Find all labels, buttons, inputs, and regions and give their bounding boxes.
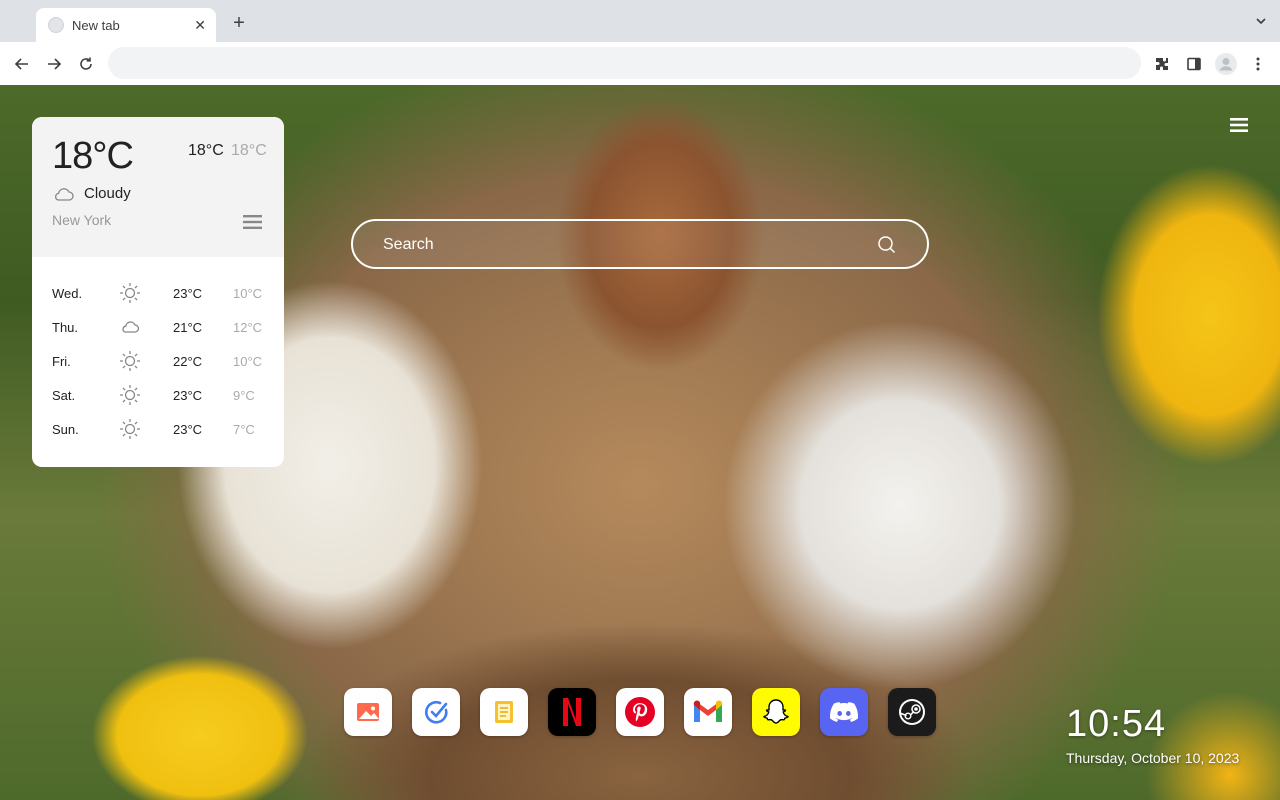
reload-icon[interactable] xyxy=(75,53,97,75)
forecast-row: Wed. 23°C 10°C xyxy=(32,281,284,305)
forecast-low: 7°C xyxy=(233,422,255,437)
sun-icon xyxy=(120,385,140,405)
forecast-low: 9°C xyxy=(233,388,255,403)
tab-title: New tab xyxy=(72,17,120,33)
today-low-temperature: 18°C xyxy=(231,142,267,159)
page-menu-icon[interactable] xyxy=(1230,117,1248,138)
clock-time: 10:54 xyxy=(1066,703,1167,745)
snapchat-app-shortcut[interactable] xyxy=(752,688,800,736)
browser-toolbar xyxy=(0,42,1280,85)
forecast-row: Sun. 23°C 7°C xyxy=(32,417,284,441)
image-icon xyxy=(357,703,379,721)
tab-search-chevron-down-icon[interactable] xyxy=(1254,14,1268,33)
tab-close-icon[interactable]: ✕ xyxy=(194,17,206,34)
clock-date: Thursday, October 10, 2023 xyxy=(1066,750,1240,766)
profile-avatar-icon[interactable] xyxy=(1215,53,1237,75)
forecast-high: 23°C xyxy=(173,388,203,403)
forecast-day: Sat. xyxy=(52,388,76,403)
forecast-low: 10°C xyxy=(233,354,263,369)
weather-menu-icon[interactable] xyxy=(243,214,262,235)
netflix-icon xyxy=(563,698,581,726)
forecast-low: 12°C xyxy=(233,320,263,335)
tab-favicon-icon xyxy=(48,17,64,33)
check-circle-icon xyxy=(424,701,448,724)
new-tab-button[interactable]: + xyxy=(228,12,250,34)
weather-widget: 18°C 18°C 18°C Cloudy New York Wed. 23°C… xyxy=(32,117,284,467)
tab-strip: New tab ✕ + xyxy=(0,0,1280,42)
forecast-day: Wed. xyxy=(52,286,83,301)
sun-icon xyxy=(120,283,140,303)
forward-arrow-icon[interactable] xyxy=(43,53,65,75)
condition-label: Cloudy xyxy=(84,185,131,202)
search-input[interactable] xyxy=(383,233,863,257)
steam-app-shortcut[interactable] xyxy=(888,688,936,736)
current-temperature: 18°C xyxy=(52,135,134,177)
steam-icon xyxy=(899,699,925,725)
side-panel-icon[interactable] xyxy=(1183,53,1205,75)
discord-app-shortcut[interactable] xyxy=(820,688,868,736)
gmail-icon xyxy=(693,700,723,722)
forecast-day: Fri. xyxy=(52,354,71,369)
search-box xyxy=(351,219,929,269)
forecast-row: Sat. 23°C 9°C xyxy=(32,383,284,407)
forecast-day: Thu. xyxy=(52,320,79,335)
today-high-temperature: 18°C xyxy=(188,142,224,159)
photos-app-shortcut[interactable] xyxy=(344,688,392,736)
tab-new-tab[interactable]: New tab ✕ xyxy=(36,8,216,42)
discord-icon xyxy=(830,702,858,722)
new-tab-page: 18°C 18°C 18°C Cloudy New York Wed. 23°C… xyxy=(0,85,1280,800)
forecast-row: Thu. 21°C 12°C xyxy=(32,315,284,339)
forecast-row: Fri. 22°C 10°C xyxy=(32,349,284,373)
pinterest-app-shortcut[interactable] xyxy=(616,688,664,736)
forecast-high: 21°C xyxy=(173,320,203,335)
address-bar[interactable] xyxy=(108,47,1141,79)
pinterest-icon xyxy=(625,697,655,727)
gmail-app-shortcut[interactable] xyxy=(684,688,732,736)
weather-condition: Cloudy xyxy=(52,185,131,202)
tasks-app-shortcut[interactable] xyxy=(412,688,460,736)
snapchat-icon xyxy=(763,699,789,724)
forecast-high: 23°C xyxy=(173,422,203,437)
forecast-day: Sun. xyxy=(52,422,79,437)
note-icon xyxy=(495,701,513,723)
search-icon[interactable] xyxy=(877,235,897,255)
sun-icon xyxy=(120,351,140,371)
forecast-high: 22°C xyxy=(173,354,203,369)
cloud-icon xyxy=(122,321,140,333)
forecast-low: 10°C xyxy=(233,286,263,301)
back-arrow-icon[interactable] xyxy=(11,53,33,75)
weather-city: New York xyxy=(52,212,112,228)
forecast-high: 23°C xyxy=(173,286,203,301)
browser-menu-kebab-icon[interactable] xyxy=(1247,53,1269,75)
notes-app-shortcut[interactable] xyxy=(480,688,528,736)
cloud-icon xyxy=(55,187,74,201)
extensions-puzzle-icon[interactable] xyxy=(1151,53,1173,75)
netflix-app-shortcut[interactable] xyxy=(548,688,596,736)
sun-icon xyxy=(120,419,140,439)
weather-current: 18°C 18°C 18°C Cloudy New York xyxy=(32,117,284,257)
